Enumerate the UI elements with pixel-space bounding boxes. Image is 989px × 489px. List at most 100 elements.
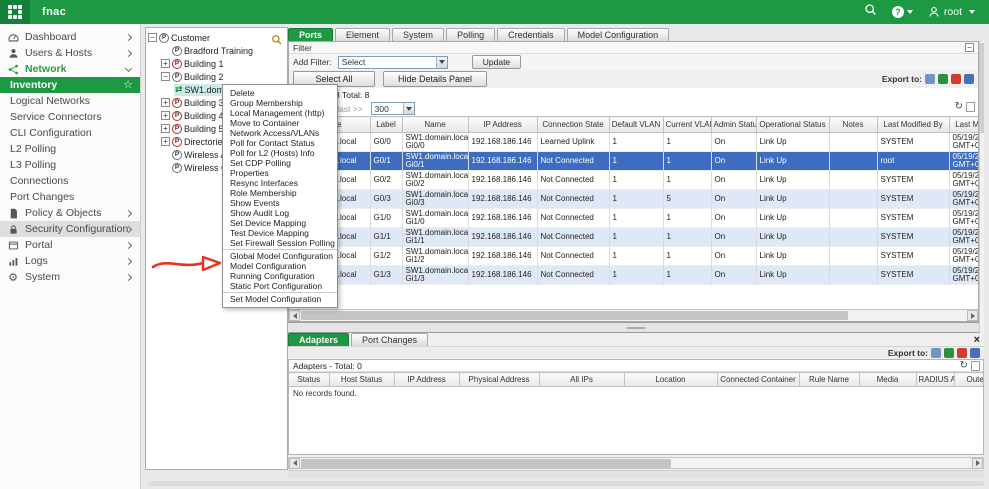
sidebar-item-service-connectors[interactable]: Service Connectors bbox=[0, 109, 140, 125]
panel-resize-divider[interactable] bbox=[288, 322, 984, 333]
column-header[interactable]: IP Address bbox=[468, 117, 537, 133]
sidebar-item-inventory[interactable]: Inventory ☆ bbox=[0, 77, 140, 93]
context-menu-item[interactable]: Set Device Mapping bbox=[223, 218, 337, 228]
sidebar-item-dashboard[interactable]: Dashboard bbox=[0, 29, 140, 45]
expander-icon[interactable] bbox=[161, 46, 170, 55]
close-icon[interactable]: × bbox=[974, 335, 980, 345]
page-horizontal-scrollbar[interactable] bbox=[148, 481, 984, 486]
expander-icon[interactable] bbox=[161, 150, 170, 159]
expander-icon[interactable]: + bbox=[161, 137, 170, 146]
refresh-icon[interactable]: ↻ bbox=[960, 361, 968, 371]
tab[interactable]: Adapters bbox=[288, 333, 349, 346]
scroll-left-button[interactable] bbox=[289, 310, 300, 321]
sidebar-item-system[interactable]: ⚙ System bbox=[0, 269, 140, 285]
star-icon[interactable]: ☆ bbox=[123, 78, 133, 91]
context-menu-item[interactable]: Model Configuration bbox=[223, 261, 337, 271]
port-row[interactable]: SW1.domain.local G0/0 SW1.domain.local G… bbox=[289, 133, 978, 152]
column-header[interactable]: Admin Status bbox=[711, 117, 756, 133]
context-menu-item[interactable]: Static Port Configuration bbox=[223, 281, 337, 291]
sidebar-item-connections[interactable]: Connections bbox=[0, 173, 140, 189]
help-menu[interactable]: ? bbox=[892, 6, 913, 18]
column-header[interactable]: Media bbox=[859, 373, 916, 387]
scrollbar-thumb[interactable] bbox=[980, 43, 984, 133]
context-menu-item[interactable]: Local Management (http) bbox=[223, 108, 337, 118]
export-pdf-icon[interactable] bbox=[951, 74, 961, 84]
table-settings-icon[interactable] bbox=[966, 102, 975, 112]
tab[interactable]: System bbox=[392, 28, 444, 41]
expander-icon[interactable] bbox=[161, 163, 170, 172]
export-rtf-icon[interactable] bbox=[970, 348, 980, 358]
column-header[interactable]: Physical Address bbox=[459, 373, 539, 387]
tree-search-icon[interactable] bbox=[271, 32, 282, 50]
context-menu-item[interactable]: Delete bbox=[223, 88, 337, 98]
horizontal-scrollbar[interactable] bbox=[289, 309, 978, 321]
user-menu[interactable]: root bbox=[928, 6, 975, 18]
export-excel-icon[interactable] bbox=[944, 348, 954, 358]
table-settings-icon[interactable] bbox=[971, 361, 980, 371]
context-menu-item[interactable]: Group Membership bbox=[223, 98, 337, 108]
port-row[interactable]: SW1.domain.local G1/1 SW1.domain.local G… bbox=[289, 228, 978, 247]
column-header[interactable]: Default VLAN bbox=[609, 117, 663, 133]
column-header[interactable]: Location bbox=[624, 373, 717, 387]
export-rtf-icon[interactable] bbox=[964, 74, 974, 84]
sidebar-item-users-hosts[interactable]: Users & Hosts bbox=[0, 45, 140, 61]
context-menu-item[interactable]: Show Events bbox=[223, 198, 337, 208]
export-csv-icon[interactable] bbox=[925, 74, 935, 84]
context-menu-item[interactable]: Poll for L2 (Hosts) Info bbox=[223, 148, 337, 158]
sidebar-item-l3-polling[interactable]: L3 Polling bbox=[0, 157, 140, 173]
tab[interactable]: Element bbox=[335, 28, 390, 41]
context-menu-item[interactable]: Test Device Mapping bbox=[223, 228, 337, 238]
sidebar-item-portal[interactable]: Portal bbox=[0, 237, 140, 253]
column-header[interactable]: Last Modified bbox=[949, 117, 978, 133]
context-menu-item[interactable]: Poll for Contact Status bbox=[223, 138, 337, 148]
tab[interactable]: Ports bbox=[288, 28, 333, 41]
column-header[interactable]: Connected Container bbox=[717, 373, 799, 387]
context-menu-item[interactable]: Network Access/VLANs bbox=[223, 128, 337, 138]
context-menu-item[interactable]: Set Firewall Session Polling bbox=[223, 238, 337, 248]
resize-grip[interactable] bbox=[627, 327, 645, 329]
column-header[interactable]: All IPs bbox=[539, 373, 624, 387]
column-header[interactable]: Status bbox=[289, 373, 329, 387]
port-row[interactable]: SW1.domain.local G1/0 SW1.domain.local G… bbox=[289, 209, 978, 228]
context-menu-item[interactable]: Set CDP Polling bbox=[223, 158, 337, 168]
port-row[interactable]: SW1.domain.local G0/1 SW1.domain.local G… bbox=[289, 152, 978, 171]
sidebar-item-logs[interactable]: Logs bbox=[0, 253, 140, 269]
app-logo[interactable] bbox=[0, 0, 30, 24]
context-menu-item[interactable]: Role Membership bbox=[223, 188, 337, 198]
tab[interactable]: Model Configuration bbox=[567, 28, 670, 41]
expander-icon[interactable]: + bbox=[161, 98, 170, 107]
port-row[interactable]: SW1.domain.local G0/3 SW1.domain.local G… bbox=[289, 190, 978, 209]
tab[interactable]: Port Changes bbox=[351, 333, 428, 346]
expander-icon[interactable]: + bbox=[161, 111, 170, 120]
add-filter-select[interactable]: Select bbox=[338, 56, 448, 69]
column-header[interactable]: RADIUS Auth bbox=[916, 373, 954, 387]
context-menu-item[interactable]: Resync Interfaces bbox=[223, 178, 337, 188]
expander-icon[interactable]: − bbox=[148, 33, 157, 42]
column-header[interactable]: Last Modified By bbox=[877, 117, 949, 133]
export-pdf-icon[interactable] bbox=[957, 348, 967, 358]
sidebar-item-cli-configuration[interactable]: CLI Configuration bbox=[0, 125, 140, 141]
page-size-select[interactable]: 300 bbox=[371, 102, 415, 115]
sidebar-item-network[interactable]: Network bbox=[0, 61, 140, 77]
column-header[interactable]: Current VLAN bbox=[663, 117, 711, 133]
tree-node-building-2[interactable]: − P Building 2 bbox=[148, 70, 285, 83]
column-header[interactable]: Outer bbox=[954, 373, 984, 387]
last-page-link[interactable]: last >> bbox=[337, 104, 363, 114]
export-csv-icon[interactable] bbox=[931, 348, 941, 358]
sidebar-item-policy-objects[interactable]: Policy & Objects bbox=[0, 205, 140, 221]
sidebar-item-logical-networks[interactable]: Logical Networks bbox=[0, 93, 140, 109]
context-menu-item[interactable]: Set Model Configuration bbox=[223, 294, 337, 304]
tree-node-bradford-training[interactable]: P Bradford Training bbox=[148, 44, 285, 57]
column-header[interactable]: Rule Name bbox=[799, 373, 859, 387]
context-menu-item[interactable]: Global Model Configuration bbox=[223, 251, 337, 261]
port-row[interactable]: SW1.domain.local G1/3 SW1.domain.local G… bbox=[289, 266, 978, 285]
column-header[interactable]: IP Address bbox=[394, 373, 459, 387]
collapse-filter-icon[interactable]: − bbox=[965, 43, 974, 52]
column-header[interactable]: Label bbox=[370, 117, 402, 133]
context-menu-item[interactable]: Properties bbox=[223, 168, 337, 178]
scroll-right-button[interactable] bbox=[972, 458, 983, 469]
scroll-left-button[interactable] bbox=[289, 458, 300, 469]
port-row[interactable]: SW1.domain.local G1/2 SW1.domain.local G… bbox=[289, 247, 978, 266]
tab[interactable]: Credentials bbox=[497, 28, 565, 41]
context-menu-item[interactable]: Running Configuration bbox=[223, 271, 337, 281]
